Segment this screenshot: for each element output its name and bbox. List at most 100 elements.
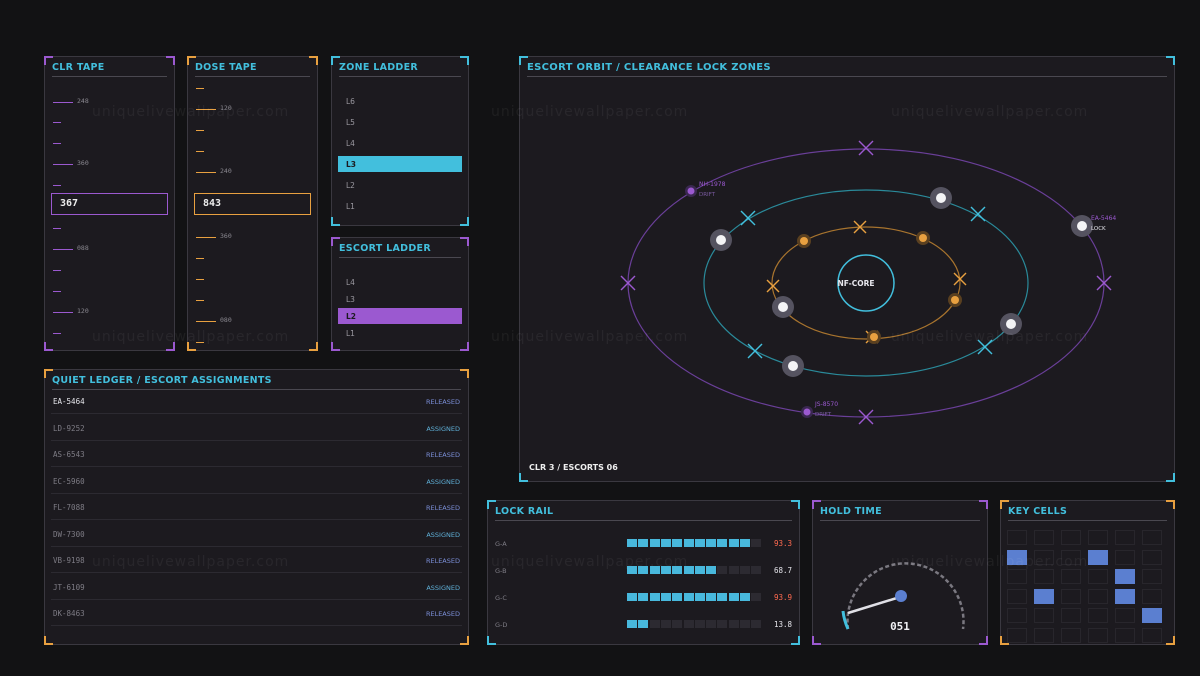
key-cell[interactable] <box>1142 569 1162 585</box>
clr-tape-value: 367 <box>51 193 168 215</box>
key-cell[interactable] <box>1061 569 1081 585</box>
tick-label: 120 <box>220 104 232 112</box>
key-cell[interactable] <box>1061 628 1081 643</box>
ladder-level[interactable]: L5 <box>338 114 462 130</box>
ladder-level[interactable]: L1 <box>338 325 462 341</box>
lock-rail-cell <box>649 539 660 547</box>
tape-tick <box>196 126 276 136</box>
ladder-level[interactable]: L2 <box>338 177 462 193</box>
orbit-tag[interactable]: NH-1978 DRIFT <box>685 181 726 198</box>
key-cell[interactable] <box>1142 549 1162 565</box>
tick-mark <box>196 342 204 343</box>
key-cell[interactable] <box>1088 530 1108 545</box>
key-cell[interactable] <box>1034 530 1054 545</box>
ladder-level[interactable]: L3 <box>338 156 462 172</box>
key-cell[interactable] <box>1007 530 1027 545</box>
escort-node[interactable] <box>782 355 804 377</box>
key-cell[interactable] <box>1115 628 1135 643</box>
key-cell[interactable] <box>1142 608 1162 624</box>
key-cell[interactable] <box>1115 608 1135 624</box>
ledger-id: EC-5960 <box>53 476 85 486</box>
inner-node[interactable] <box>916 231 930 245</box>
inner-node[interactable] <box>867 330 881 344</box>
key-cell[interactable] <box>1007 628 1027 643</box>
inner-node[interactable] <box>797 234 811 248</box>
ledger-row[interactable]: FL-7088 RELEASED <box>51 494 462 520</box>
key-cell[interactable] <box>1007 569 1027 585</box>
key-cell[interactable] <box>1115 588 1135 604</box>
tape-tick: 360 <box>196 232 276 243</box>
key-cell[interactable] <box>1142 628 1162 643</box>
key-cell[interactable] <box>1088 608 1108 624</box>
ladder-level[interactable]: L1 <box>338 198 462 214</box>
ledger-id: EA-5464 <box>53 397 85 406</box>
key-cell[interactable] <box>1007 608 1027 624</box>
dose-tape-title: DOSE TAPE <box>195 61 310 77</box>
escort-node[interactable] <box>772 296 794 318</box>
ledger-row[interactable]: VB-9198 RELEASED <box>51 547 462 573</box>
escort-node[interactable] <box>710 229 732 251</box>
orbit-tag[interactable]: EA-5464 LOCK <box>1071 215 1116 237</box>
tick-mark <box>196 321 216 322</box>
key-cell[interactable] <box>1034 608 1054 624</box>
key-cell[interactable] <box>1061 608 1081 624</box>
key-cell[interactable] <box>1034 628 1054 643</box>
key-cell[interactable] <box>1142 588 1162 604</box>
ladder-level[interactable]: L4 <box>338 274 462 290</box>
key-cell[interactable] <box>1061 588 1081 604</box>
lock-rail-row: G-B 68.7 <box>495 565 792 577</box>
lock-rail-cell <box>672 539 683 547</box>
tape-tick <box>53 287 133 297</box>
tape-tick: 120 <box>53 307 133 318</box>
key-cell[interactable] <box>1115 549 1135 565</box>
key-cell[interactable] <box>1034 569 1054 585</box>
key-cells-panel: KEY CELLS <box>1000 500 1175 645</box>
key-cell[interactable] <box>1088 628 1108 643</box>
lock-rail-cell <box>683 539 694 547</box>
ledger-row[interactable]: JT-6109 ASSIGNED <box>51 574 462 600</box>
ledger-row[interactable]: EA-5464 RELEASED <box>51 388 462 414</box>
ledger-row[interactable]: EC-5960 ASSIGNED <box>51 468 462 494</box>
key-cell[interactable] <box>1061 530 1081 545</box>
ladder-level[interactable]: L3 <box>338 291 462 307</box>
key-cell[interactable] <box>1088 588 1108 604</box>
key-cell[interactable] <box>1142 530 1162 545</box>
tick-mark <box>53 122 61 123</box>
lock-rail-cell <box>694 620 705 628</box>
inner-node[interactable] <box>948 293 962 307</box>
key-cell[interactable] <box>1034 549 1054 565</box>
key-cell[interactable] <box>1088 569 1108 585</box>
tick-mark <box>196 172 216 173</box>
key-cell[interactable] <box>1115 569 1135 585</box>
gauge-needle <box>847 595 901 615</box>
lock-rail-cell <box>660 566 671 574</box>
orbit-cross-mark <box>858 140 874 156</box>
lock-rail-cell <box>717 620 728 628</box>
ledger-row[interactable]: AS-6543 RELEASED <box>51 441 462 467</box>
lock-rail-cell <box>638 593 649 601</box>
ledger-row[interactable]: LD-9252 ASSIGNED <box>51 415 462 441</box>
dose-tape-value: 843 <box>194 193 311 215</box>
lock-rail-cell <box>751 620 762 628</box>
ladder-level[interactable]: L4 <box>338 135 462 151</box>
tick-mark <box>53 143 61 144</box>
key-cell[interactable] <box>1007 549 1027 565</box>
ledger-row[interactable]: DK-8463 RELEASED <box>51 600 462 626</box>
clr-tape-title: CLR TAPE <box>52 61 167 77</box>
key-cell[interactable] <box>1061 549 1081 565</box>
escort-node[interactable] <box>1000 313 1022 335</box>
key-cell[interactable] <box>1007 588 1027 604</box>
ladder-level[interactable]: L2 <box>338 308 462 324</box>
tick-label: 088 <box>77 244 89 252</box>
key-cell[interactable] <box>1115 530 1135 545</box>
lock-rail-cell <box>638 620 649 628</box>
key-cell[interactable] <box>1034 588 1054 604</box>
lock-rail-cell <box>728 539 739 547</box>
ledger-row[interactable]: DW-7300 ASSIGNED <box>51 521 462 547</box>
tape-tick: 360 <box>53 159 133 170</box>
lock-rail-cell <box>683 593 694 601</box>
escort-node[interactable] <box>930 187 952 209</box>
key-cell[interactable] <box>1088 549 1108 565</box>
escort-ladder-panel: ESCORT LADDER L4 L3 L2 L1 <box>331 237 469 351</box>
ladder-level[interactable]: L6 <box>338 93 462 109</box>
